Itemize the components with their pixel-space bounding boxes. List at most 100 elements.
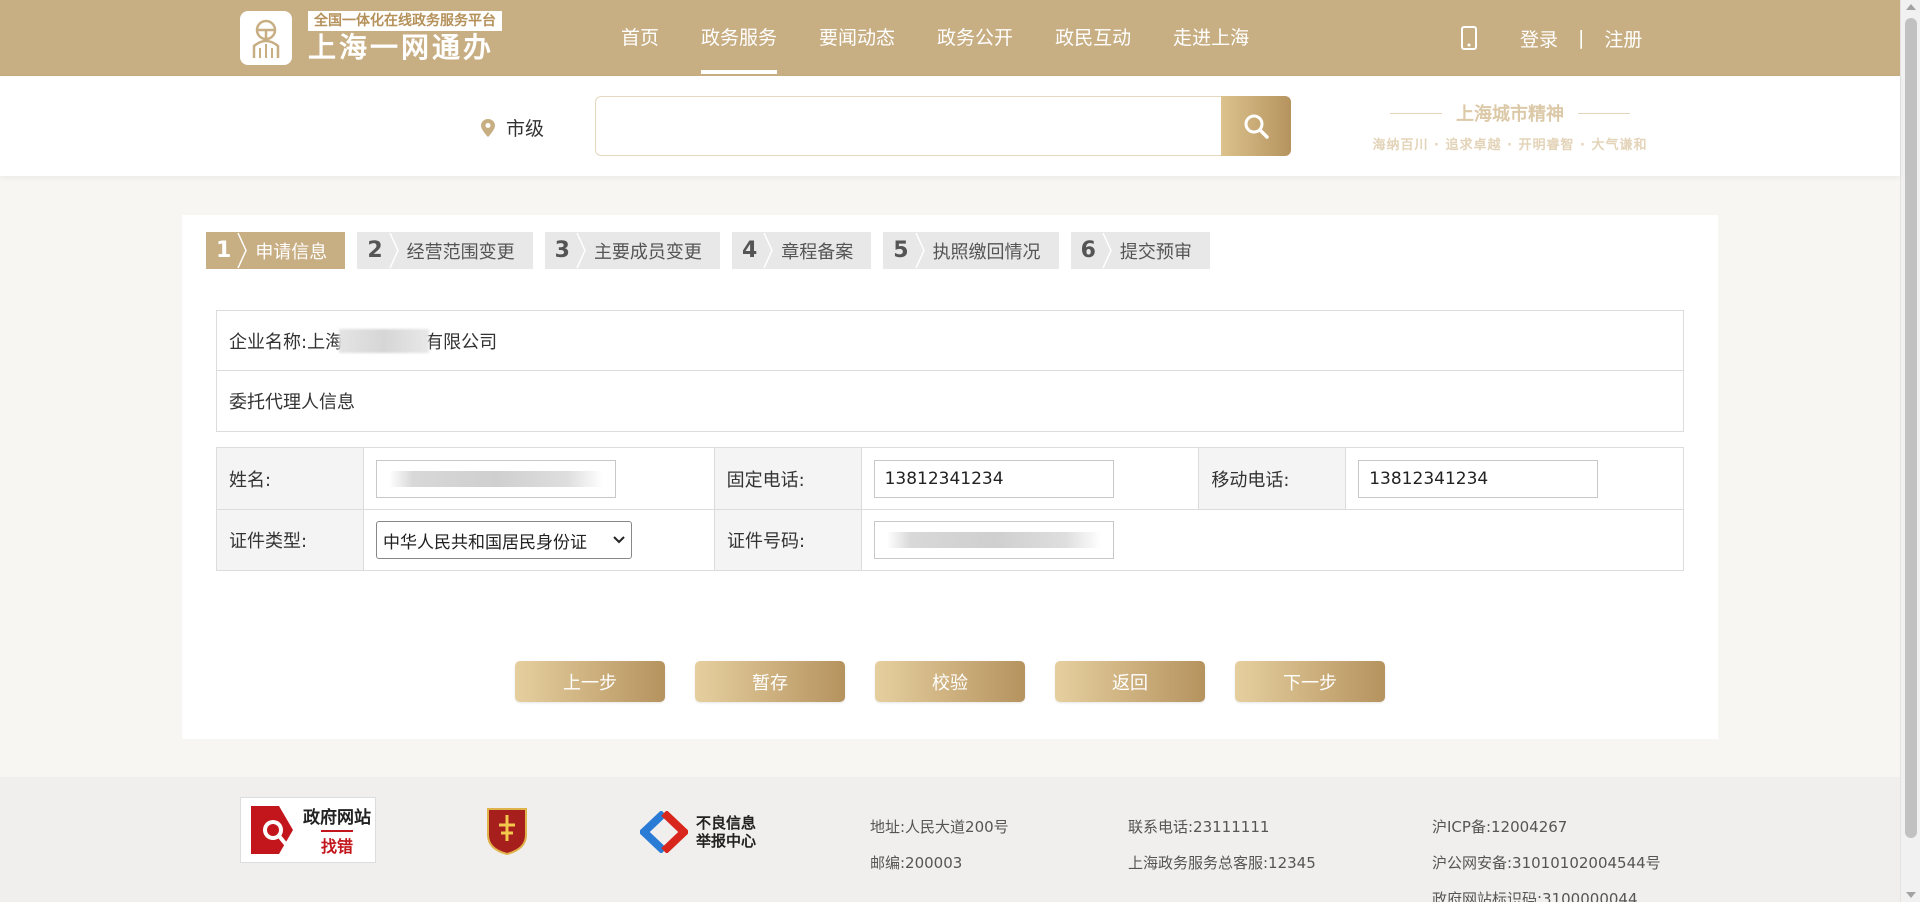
step-6[interactable]: 6 提交预审 — [1070, 232, 1210, 269]
city-spirit-banner: 上海城市精神 海纳百川 · 追求卓越 · 开明睿智 · 大气谦和 — [1360, 100, 1660, 153]
form-row: 证件类型: 中华人民共和国居民身份证 证件号码: — [217, 509, 1683, 570]
company-name-label: 企业名称: — [229, 331, 308, 353]
step-number: 5 — [893, 238, 909, 263]
footer-police-record[interactable]: 沪公网安备:31010102004544号 — [1432, 845, 1661, 881]
report-center-link[interactable]: 不良信息 举报中心 — [640, 811, 756, 853]
id-type-label: 证件类型: — [217, 510, 364, 570]
footer-address: 地址:人民大道200号 — [870, 818, 1009, 836]
footer-phone: 联系电话:23111111 — [1128, 818, 1270, 836]
scroll-down-arrow-icon[interactable] — [1906, 892, 1916, 898]
search-button[interactable] — [1221, 96, 1291, 156]
nav-interaction[interactable]: 政民互动 — [1055, 0, 1131, 76]
report-center-line-1: 不良信息 — [696, 814, 757, 832]
step-number: 4 — [741, 238, 758, 263]
landline-label: 固定电话: — [714, 448, 862, 509]
company-name-suffix: 有限公司 — [425, 331, 498, 353]
company-name-row: 企业名称: 上海 有限公司 — [216, 310, 1684, 371]
location-pin-icon — [481, 118, 495, 137]
name-label: 姓名: — [217, 448, 364, 509]
step-number: 3 — [554, 238, 570, 263]
gov-site-error-report-link[interactable]: 政府网站 找错 — [240, 797, 376, 863]
prev-step-button[interactable]: 上一步 — [515, 661, 665, 702]
validate-button[interactable]: 校验 — [875, 661, 1025, 702]
city-spirit-title: 上海城市精神 — [1456, 104, 1564, 125]
report-center-icon — [640, 811, 688, 853]
login-link[interactable]: 登录 — [1520, 25, 1558, 52]
search-icon — [1244, 114, 1269, 139]
landline-input[interactable] — [873, 459, 1114, 498]
step-label: 申请信息 — [255, 241, 328, 263]
mobile-phone-icon[interactable] — [1458, 24, 1480, 52]
name-input[interactable] — [375, 459, 616, 498]
logo-emblem-icon — [240, 11, 292, 65]
id-number-input[interactable] — [874, 521, 1114, 559]
agent-section-title: 委托代理人信息 — [229, 392, 355, 413]
id-number-label: 证件号码: — [715, 510, 862, 570]
step-chevron-icon — [763, 232, 774, 269]
step-label: 章程备案 — [781, 241, 854, 263]
step-number: 2 — [367, 238, 383, 263]
gov-site-error-label: 找错 — [320, 830, 353, 857]
site-logo[interactable]: 全国一体化在线政务服务平台 上海一网通办 — [240, 10, 502, 66]
redacted-text — [339, 328, 430, 353]
police-badge-icon[interactable] — [486, 805, 528, 855]
nav-about-shanghai[interactable]: 走进上海 — [1173, 0, 1249, 76]
step-chevron-icon — [1102, 232, 1112, 269]
step-number: 1 — [216, 238, 232, 263]
nav-gov-services[interactable]: 政务服务 — [701, 0, 778, 76]
company-name-prefix: 上海 — [307, 331, 344, 353]
page-footer: 政府网站 找错 不良信息 举报中心 地址:人民大道200号 邮编:200003 … — [0, 777, 1900, 902]
search-bar: 市级 上海城市精神 海纳百川 · 追求卓越 · 开明睿智 · 大气谦和 — [0, 76, 1900, 176]
page-scrollbar[interactable] — [1900, 0, 1920, 902]
step-label: 主要成员变更 — [593, 241, 702, 263]
step-1[interactable]: 1 申请信息 — [206, 232, 346, 269]
agent-section-header: 委托代理人信息 — [216, 371, 1684, 432]
magnifier-icon — [251, 806, 293, 854]
step-label: 经营范围变更 — [406, 241, 515, 263]
brand-name: 上海一网通办 — [308, 31, 495, 64]
footer-site-id: 政府网站标识码:3100000044 — [1432, 890, 1638, 902]
step-5[interactable]: 5 执照缴回情况 — [883, 232, 1059, 269]
application-form-card: 1 申请信息 2 经营范围变更 3 主要成员变更 4 章程备案 5 执照缴回情况… — [182, 215, 1718, 739]
chevron-down-icon — [613, 536, 625, 544]
scroll-thumb[interactable] — [1905, 18, 1917, 838]
location-label: 市级 — [506, 118, 545, 140]
step-chevron-icon — [914, 232, 925, 269]
user-area: 登录 | 注册 — [1458, 0, 1642, 76]
main-nav: 首页 政务服务 要闻动态 政务公开 政民互动 走进上海 — [600, 0, 1270, 76]
footer-postcode: 邮编:200003 — [870, 854, 963, 872]
step-3[interactable]: 3 主要成员变更 — [544, 232, 720, 269]
step-number: 6 — [1080, 238, 1096, 263]
search-input[interactable] — [595, 96, 1221, 156]
id-type-select[interactable]: 中华人民共和国居民身份证 — [376, 521, 632, 559]
form-row: 姓名: 固定电话: 移动电话: — [217, 448, 1683, 509]
footer-icp[interactable]: 沪ICP备:12004267 — [1432, 809, 1661, 845]
step-progress: 1 申请信息 2 经营范围变更 3 主要成员变更 4 章程备案 5 执照缴回情况… — [206, 232, 1222, 269]
next-step-button[interactable]: 下一步 — [1235, 661, 1385, 702]
mobile-input[interactable] — [1358, 459, 1599, 498]
step-4[interactable]: 4 章程备案 — [731, 232, 872, 269]
nav-home[interactable]: 首页 — [621, 0, 659, 76]
nav-gov-disclosure[interactable]: 政务公开 — [937, 0, 1013, 76]
step-chevron-icon — [576, 232, 586, 269]
mobile-label: 移动电话: — [1199, 448, 1347, 509]
scroll-up-arrow-icon[interactable] — [1906, 4, 1916, 10]
location-selector[interactable]: 市级 — [480, 114, 544, 141]
nav-news[interactable]: 要闻动态 — [819, 0, 895, 76]
step-label: 执照缴回情况 — [932, 241, 1041, 263]
form-actions: 上一步 暂存 校验 返回 下一步 — [515, 661, 1415, 702]
footer-hotline: 上海政务服务总客服:12345 — [1128, 854, 1316, 872]
top-header: 全国一体化在线政务服务平台 上海一网通办 首页 政务服务 要闻动态 政务公开 政… — [0, 0, 1900, 76]
report-center-line-2: 举报中心 — [696, 832, 757, 850]
city-spirit-motto: 海纳百川 · 追求卓越 · 开明睿智 · 大气谦和 — [1372, 138, 1648, 153]
save-draft-button[interactable]: 暂存 — [695, 661, 845, 702]
step-2[interactable]: 2 经营范围变更 — [357, 232, 533, 269]
company-info: 企业名称: 上海 有限公司 委托代理人信息 — [216, 310, 1684, 432]
back-button[interactable]: 返回 — [1055, 661, 1205, 702]
register-link[interactable]: 注册 — [1604, 25, 1642, 52]
step-label: 提交预审 — [1119, 241, 1192, 263]
step-chevron-icon — [237, 232, 248, 269]
step-chevron-icon — [388, 232, 399, 269]
id-type-value: 中华人民共和国居民身份证 — [383, 532, 587, 553]
gov-site-label: 政府网站 — [303, 808, 371, 828]
